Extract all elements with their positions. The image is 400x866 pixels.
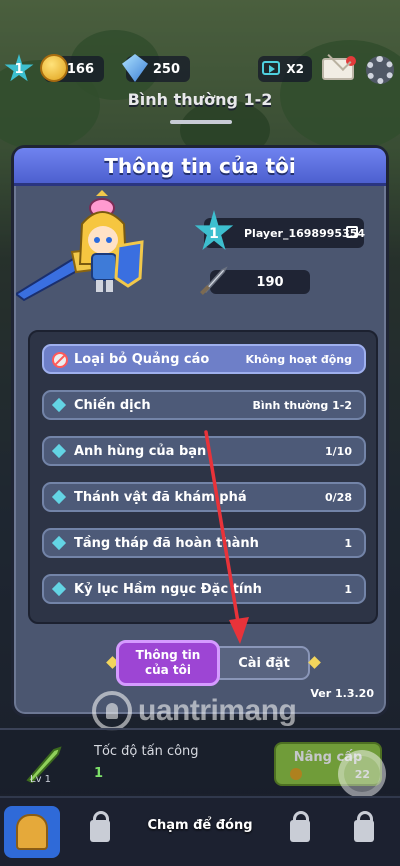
diamond-icon: [51, 489, 67, 505]
attack-speed-label: Tốc độ tấn công: [94, 744, 199, 759]
gem-counter[interactable]: 250: [122, 54, 190, 82]
stage-progress-bar: [170, 120, 232, 124]
notification-dot: [346, 56, 356, 66]
tab-my-info[interactable]: Thông tin của tôi: [116, 640, 220, 686]
stat-row-heroes: Anh hùng của bạn 1/10: [42, 436, 366, 466]
diamond-icon: [51, 443, 67, 459]
diamond-icon: [308, 656, 321, 669]
modal-title: Thông tin của tôi: [104, 153, 296, 178]
stat-row-relics: Thánh vật đã khám phá 0/28: [42, 482, 366, 512]
attack-speed-value: 1: [94, 766, 104, 781]
player-level-badge[interactable]: 1: [4, 54, 34, 82]
lightbulb-logo-icon: [92, 691, 132, 731]
video-ad-icon: [262, 61, 280, 75]
gem-icon: [122, 54, 148, 82]
my-info-modal: Thông tin của tôi 1 Player_1698995354 19…: [11, 145, 389, 717]
tap-to-close-hint[interactable]: Chạm để đóng: [0, 818, 400, 833]
coin-icon: [40, 54, 68, 82]
stat-row-dungeon: Kỷ lục Hầm ngục Đặc tính 1: [42, 574, 366, 604]
top-hud: 1 166 250 X2: [0, 52, 400, 86]
gem-amount: 250: [152, 61, 180, 77]
floating-action-button[interactable]: [338, 750, 386, 798]
gear-icon[interactable]: [366, 56, 394, 84]
no-ads-icon: [52, 352, 68, 368]
stat-row-remove-ads[interactable]: Loại bỏ Quảng cáo Không hoạt động: [42, 344, 366, 374]
speed-x2-button[interactable]: X2: [258, 56, 312, 82]
stats-panel: Loại bỏ Quảng cáo Không hoạt động Chiến …: [28, 330, 378, 624]
coin-amount: 166: [66, 61, 94, 77]
modal-tab-bar: Thông tin của tôi Cài đặt: [106, 640, 321, 686]
stat-row-campaign: Chiến dịch Bình thường 1-2: [42, 390, 366, 420]
mail-icon[interactable]: [322, 56, 356, 80]
diamond-icon: [51, 581, 67, 597]
edit-icon[interactable]: [346, 226, 358, 238]
power-value: 190: [256, 274, 284, 290]
hero-avatar: [16, 190, 144, 302]
sword-icon: [200, 266, 228, 295]
tab-settings[interactable]: Cài đặt: [210, 646, 310, 680]
player-name-box: 1 Player_1698995354: [194, 210, 365, 251]
stat-row-tower: Tầng tháp đã hoàn thành 1: [42, 528, 366, 558]
diamond-icon: [51, 535, 67, 551]
power-box: 190: [200, 266, 310, 295]
coin-counter[interactable]: 166: [40, 54, 104, 82]
diamond-icon: [51, 397, 67, 413]
stage-title: Bình thường 1-2: [127, 90, 273, 109]
weapon-level: Lv 1: [30, 774, 52, 785]
modal-header: Thông tin của tôi: [14, 148, 386, 186]
coin-icon: [290, 768, 302, 780]
player-level-star: 1: [194, 210, 234, 251]
